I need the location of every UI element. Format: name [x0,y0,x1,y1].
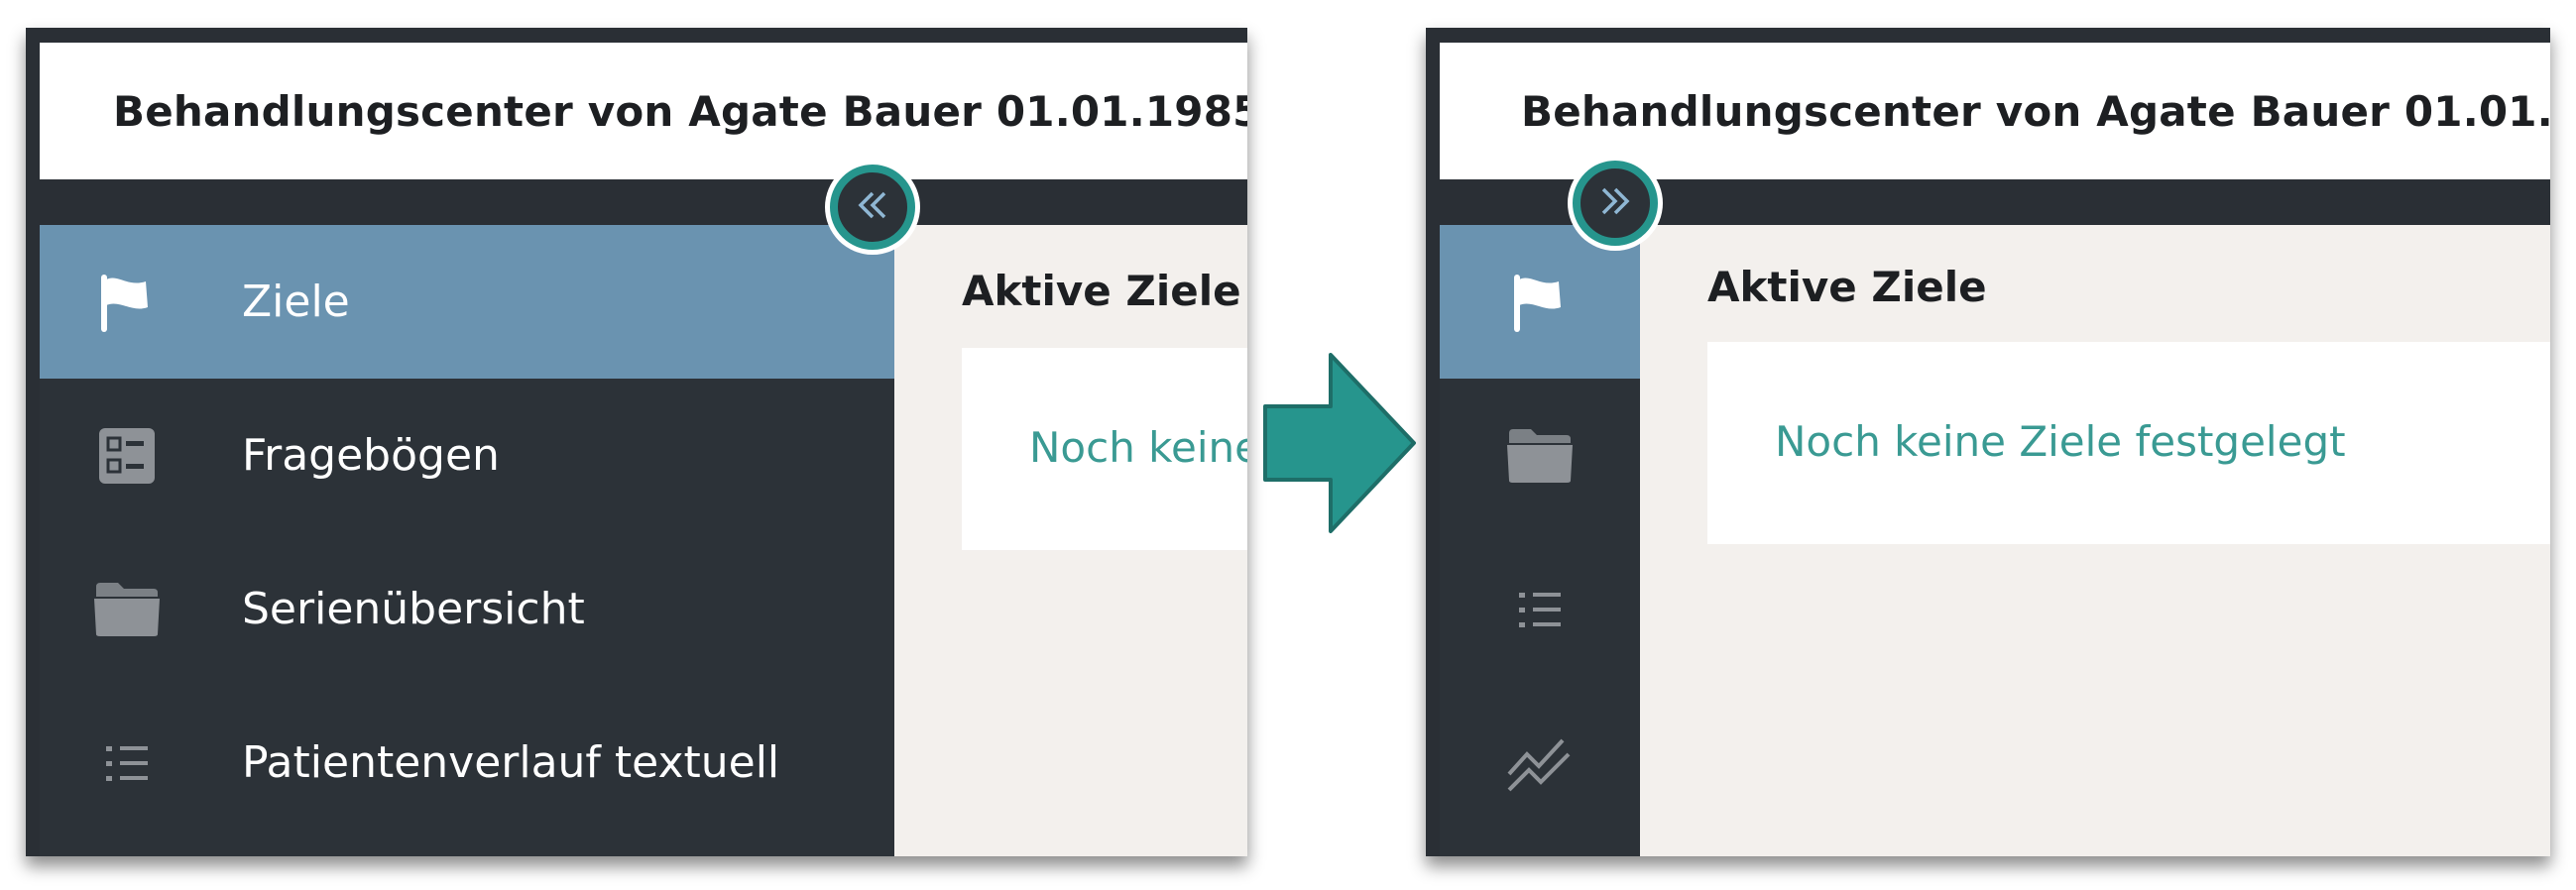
main-content: Aktive Ziele Noch keine Ziele festgelegt [1640,225,2550,856]
section-title: Aktive Ziele [962,267,1241,315]
sidebar-item-label: Fragebögen [242,430,500,481]
sidebar-top-strip [40,179,1247,225]
goals-card: Noch keine Ziele festgelegt [1707,342,2550,544]
sidebar-item-ziele[interactable] [1440,225,1640,379]
header-title: Behandlungscenter von Agate Bauer 01.01.… [113,86,1247,136]
list-icon [1504,574,1576,645]
folder-icon [1504,420,1576,492]
list-icon [91,727,163,799]
sidebar-item-patientenverlauf-textuell[interactable]: Patientenverlauf textuell [40,686,894,839]
sidebar-item-label: Ziele [242,277,350,327]
header-title: Behandlungscenter von Agate Bauer 01.01.… [1521,86,2550,136]
expand-sidebar-button[interactable] [1573,161,1658,246]
sidebar-item-label: Serienübersicht [242,584,585,634]
sidebar-item-serienuebersicht[interactable] [1440,379,1640,532]
sidebar-item-frageboegen[interactable]: Fragebögen [40,379,894,532]
sidebar-item-patientenverlauf-grafisch[interactable] [1440,686,1640,839]
collapsed-sidebar-screenshot: Behandlungscenter von Agate Bauer 01.01.… [1426,28,2550,856]
flag-icon [1504,267,1576,338]
expanded-sidebar-screenshot: Behandlungscenter von Agate Bauer 01.01.… [26,28,1247,856]
sidebar-item-ziele[interactable]: Ziele [40,225,894,379]
goals-card: Noch keine Ziele festgelegt [962,348,1247,550]
sidebar-collapsed [1440,225,1640,856]
double-chevron-left-icon [853,185,892,229]
empty-state-text: Noch keine Ziele festgelegt [1775,417,2346,466]
section-title: Aktive Ziele [1707,263,1987,311]
app-header: Behandlungscenter von Agate Bauer 01.01.… [40,43,1247,179]
flag-icon [91,267,163,338]
sidebar-item-serienuebersicht[interactable]: Serienübersicht [40,532,894,686]
collapse-sidebar-button[interactable] [830,165,915,250]
sidebar: Ziele Fragebögen Serienübersicht Patient… [40,225,894,856]
app-header: Behandlungscenter von Agate Bauer 01.01.… [1440,43,2550,179]
main-content: Aktive Ziele Noch keine Ziele festgelegt [894,225,1247,856]
empty-state-text: Noch keine Ziele festgelegt [1029,423,1247,472]
questionnaire-icon [91,420,163,492]
folder-icon [91,574,163,645]
trend-chart-icon [1504,727,1576,799]
double-chevron-right-icon [1595,181,1635,225]
sidebar-item-label: Patientenverlauf textuell [242,737,780,788]
sidebar-item-patientenverlauf-textuell[interactable] [1440,532,1640,686]
transition-arrow [1263,353,1416,533]
